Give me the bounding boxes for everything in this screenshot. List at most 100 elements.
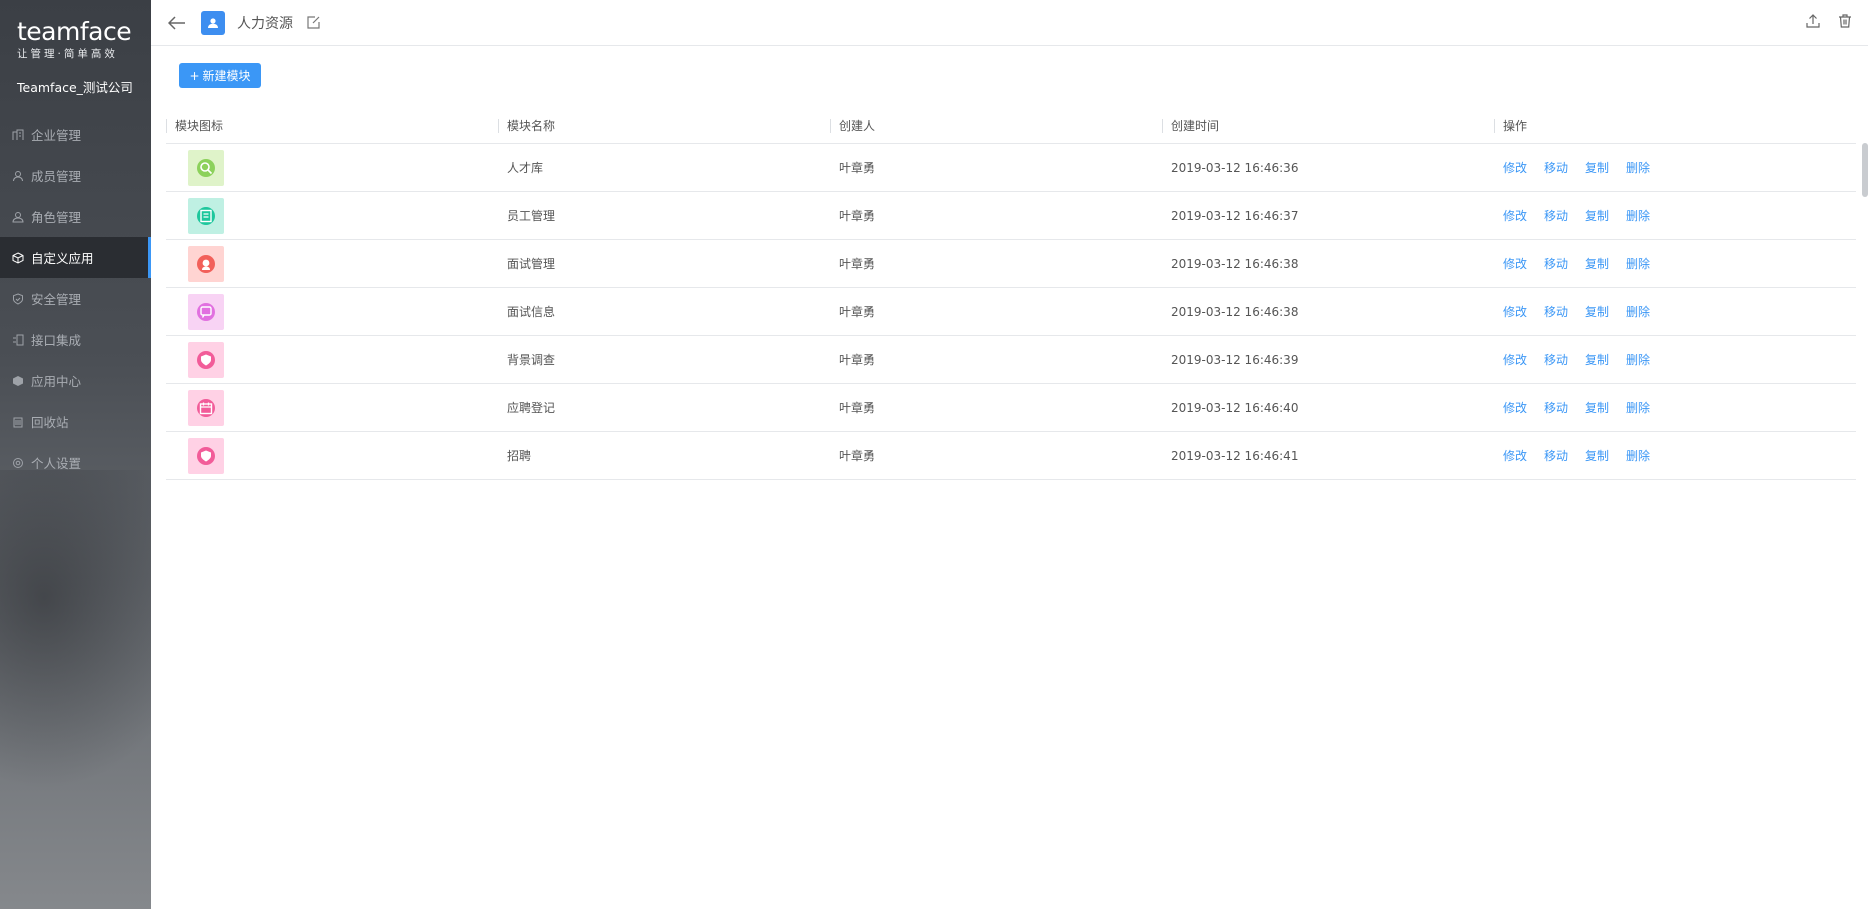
module-created-time: 2019-03-12 16:46:40	[1171, 400, 1299, 415]
module-name: 应聘登记	[507, 401, 556, 415]
sidebar-item-recycle[interactable]: 回收站	[0, 401, 151, 442]
copy-action-link[interactable]: 复制	[1585, 255, 1609, 272]
sidebar-item-label: 接口集成	[31, 333, 82, 348]
module-actions: 修改 移动 复制 删除	[1494, 255, 1856, 272]
move-action-link[interactable]: 移动	[1544, 255, 1568, 272]
table-row[interactable]: 招聘 叶章勇 2019-03-12 16:46:41 修改 移动 复制 删除	[166, 432, 1856, 480]
module-actions: 修改 移动 复制 删除	[1494, 303, 1856, 320]
delete-action-link[interactable]: 删除	[1626, 159, 1650, 176]
module-actions: 修改 移动 复制 删除	[1494, 159, 1856, 176]
module-icon-cell	[166, 245, 498, 282]
module-name: 人才库	[507, 161, 544, 175]
move-action-link[interactable]: 移动	[1544, 159, 1568, 176]
module-created-time: 2019-03-12 16:46:41	[1171, 448, 1299, 463]
sidebar-item-app-center[interactable]: 应用中心	[0, 360, 151, 401]
table-body: 人才库 叶章勇 2019-03-12 16:46:36 修改 移动 复制 删除 员工管理 叶章勇…	[166, 144, 1856, 480]
plus-icon: +	[189, 68, 200, 83]
edit-action-link[interactable]: 修改	[1503, 351, 1527, 368]
copy-action-link[interactable]: 复制	[1585, 207, 1609, 224]
module-actions: 修改 移动 复制 删除	[1494, 447, 1856, 464]
back-arrow-icon[interactable]	[166, 12, 188, 34]
new-module-button[interactable]: + 新建模块	[179, 63, 261, 88]
sidebar-item-roles[interactable]: 角色管理	[0, 196, 151, 237]
module-created-time: 2019-03-12 16:46:38	[1171, 304, 1299, 319]
sidebar-item-label: 成员管理	[31, 169, 82, 184]
sidebar-item-label: 企业管理	[31, 128, 82, 143]
member-icon	[11, 169, 25, 183]
edit-action-link[interactable]: 修改	[1503, 399, 1527, 416]
recruit-shield-icon	[188, 437, 224, 474]
move-action-link[interactable]: 移动	[1544, 207, 1568, 224]
move-action-link[interactable]: 移动	[1544, 303, 1568, 320]
delete-action-link[interactable]: 删除	[1626, 255, 1650, 272]
move-action-link[interactable]: 移动	[1544, 351, 1568, 368]
module-name: 面试管理	[507, 257, 556, 271]
module-icon-cell	[166, 293, 498, 330]
sidebar-item-custom-app[interactable]: 自定义应用	[0, 237, 151, 278]
app-center-icon	[11, 374, 25, 388]
interview-chat-icon	[188, 293, 224, 330]
calendar-icon	[188, 389, 224, 426]
top-actions	[1804, 12, 1854, 30]
col-header-created: 创建时间	[1162, 117, 1494, 134]
edit-action-link[interactable]: 修改	[1503, 447, 1527, 464]
app-badge-icon	[201, 10, 225, 35]
edit-action-link[interactable]: 修改	[1503, 255, 1527, 272]
module-creator: 叶章勇	[839, 257, 876, 271]
move-action-link[interactable]: 移动	[1544, 447, 1568, 464]
page-title: 人力资源	[237, 15, 293, 32]
copy-action-link[interactable]: 复制	[1585, 351, 1609, 368]
table-row[interactable]: 员工管理 叶章勇 2019-03-12 16:46:37 修改 移动 复制 删除	[166, 192, 1856, 240]
building-icon	[11, 128, 25, 142]
col-header-actions: 操作	[1494, 117, 1856, 134]
logo-slogan: 让管理·简单高效	[17, 48, 118, 60]
scrollbar[interactable]	[1862, 143, 1868, 197]
table-row[interactable]: 人才库 叶章勇 2019-03-12 16:46:36 修改 移动 复制 删除	[166, 144, 1856, 192]
sidebar-item-settings[interactable]: 个人设置	[0, 442, 151, 483]
edit-action-link[interactable]: 修改	[1503, 207, 1527, 224]
edit-action-link[interactable]: 修改	[1503, 159, 1527, 176]
col-header-name: 模块名称	[498, 117, 830, 134]
delete-action-link[interactable]: 删除	[1626, 207, 1650, 224]
company-name[interactable]: Teamface_测试公司	[0, 74, 151, 114]
sidebar-item-members[interactable]: 成员管理	[0, 155, 151, 196]
module-creator: 叶章勇	[839, 353, 876, 367]
sidebar-item-interface[interactable]: 接口集成	[0, 319, 151, 360]
shield-icon	[11, 292, 25, 306]
sidebar-item-enterprise[interactable]: 企业管理	[0, 114, 151, 155]
sidebar-nav: 企业管理 成员管理 角色管理 自定义应用 安全管理 接口集成 应用中心 回收站 …	[0, 114, 151, 483]
module-icon-cell	[166, 197, 498, 234]
table-row[interactable]: 应聘登记 叶章勇 2019-03-12 16:46:40 修改 移动 复制 删除	[166, 384, 1856, 432]
delete-action-link[interactable]: 删除	[1626, 399, 1650, 416]
module-name: 面试信息	[507, 305, 556, 319]
copy-action-link[interactable]: 复制	[1585, 399, 1609, 416]
trash-icon[interactable]	[1836, 12, 1854, 30]
role-icon	[11, 210, 25, 224]
module-icon-cell	[166, 149, 498, 186]
module-creator: 叶章勇	[839, 305, 876, 319]
copy-action-link[interactable]: 复制	[1585, 159, 1609, 176]
edit-icon[interactable]	[305, 15, 321, 31]
table-row[interactable]: 面试管理 叶章勇 2019-03-12 16:46:38 修改 移动 复制 删除	[166, 240, 1856, 288]
module-icon-cell	[166, 341, 498, 378]
cube-icon	[11, 251, 25, 265]
brand-logo[interactable]: teamface 让管理·简单高效	[0, 0, 151, 70]
copy-action-link[interactable]: 复制	[1585, 303, 1609, 320]
edit-action-link[interactable]: 修改	[1503, 303, 1527, 320]
delete-action-link[interactable]: 删除	[1626, 303, 1650, 320]
module-name: 背景调查	[507, 353, 556, 367]
table-row[interactable]: 背景调查 叶章勇 2019-03-12 16:46:39 修改 移动 复制 删除	[166, 336, 1856, 384]
sidebar-item-label: 应用中心	[31, 374, 82, 389]
copy-action-link[interactable]: 复制	[1585, 447, 1609, 464]
move-action-link[interactable]: 移动	[1544, 399, 1568, 416]
delete-action-link[interactable]: 删除	[1626, 447, 1650, 464]
module-created-time: 2019-03-12 16:46:38	[1171, 256, 1299, 271]
delete-action-link[interactable]: 删除	[1626, 351, 1650, 368]
sidebar-item-security[interactable]: 安全管理	[0, 278, 151, 319]
module-name: 员工管理	[507, 209, 556, 223]
module-actions: 修改 移动 复制 删除	[1494, 399, 1856, 416]
export-icon[interactable]	[1804, 12, 1822, 30]
main-content: 人力资源 + 新建模块 模块图标 模块名称 创建人 创建时间 操作 人才库 叶章勇…	[151, 0, 1868, 909]
sidebar-item-label: 安全管理	[31, 292, 82, 307]
table-row[interactable]: 面试信息 叶章勇 2019-03-12 16:46:38 修改 移动 复制 删除	[166, 288, 1856, 336]
